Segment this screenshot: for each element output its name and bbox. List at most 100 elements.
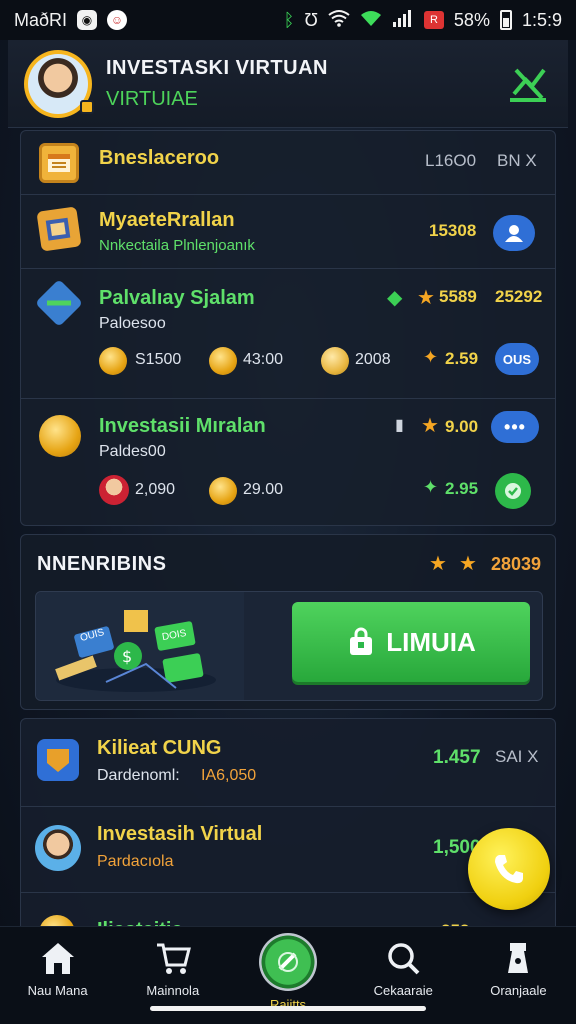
row-value: 15308 xyxy=(429,221,477,240)
nav-profile[interactable]: Oranjaale xyxy=(461,927,576,1024)
coin-amount: S1500 xyxy=(135,351,182,368)
page-subtitle: VIRTUIAE xyxy=(106,87,198,110)
star-icon: ★ xyxy=(417,287,435,309)
row-title: Investasih Virtual xyxy=(97,823,263,845)
gem-icon: ◆ xyxy=(387,287,403,309)
more-icon: ••• xyxy=(504,416,526,437)
user-icon xyxy=(505,225,523,242)
phone-icon xyxy=(495,855,523,884)
trash-icon[interactable]: ▮ xyxy=(395,415,404,435)
row-value: 1.457 xyxy=(433,747,481,768)
calendar-icon xyxy=(39,143,79,183)
list-item[interactable]: MyaeteRrallan Nnkectaila Plnlenjoanık 15… xyxy=(21,195,555,269)
investor-avatar xyxy=(35,825,81,871)
shield-icon xyxy=(505,483,521,499)
shopping-bag-icon xyxy=(350,627,373,655)
promo-section: NNENRIBINS ★ ★ 28039 $ OUIS DOIS LIMUIA xyxy=(20,534,556,710)
star-icon: ★ xyxy=(429,553,447,575)
star-icon: ★ xyxy=(421,415,439,437)
app-screen: MaðRI ◉ ☺ ᛒ Ʊ R 58% 1:5:9 INVESTASKI VIR… xyxy=(0,0,576,1024)
list-item[interactable]: Kilieat CUNG Dardenoml: IA6,050 1.457 SA… xyxy=(21,719,555,807)
nav-label: Oranjaale xyxy=(490,983,547,998)
ous-button[interactable]: OUS xyxy=(495,343,539,375)
plus-icon: ✦ xyxy=(423,477,439,497)
coin-amount: 2008 xyxy=(355,351,391,368)
svg-text:$: $ xyxy=(122,647,132,666)
user-avatar-icon xyxy=(99,475,129,505)
row-subtitle: Paldes00 xyxy=(99,443,166,460)
coin-icon xyxy=(99,347,127,375)
bluetooth-icon: ᛒ xyxy=(283,9,295,30)
more-options-button[interactable]: ••• xyxy=(491,411,539,443)
status-bar: MaðRI ◉ ☺ ᛒ Ʊ R 58% 1:5:9 xyxy=(0,0,576,40)
list-item[interactable]: Investasii Mıralan Paldes00 ▮ ★ 9.00 •••… xyxy=(21,399,555,527)
star-icon: ★ xyxy=(459,553,477,575)
coin-icon xyxy=(39,415,81,457)
item-amount: 29.00 xyxy=(243,481,284,498)
trend-chart-button[interactable] xyxy=(504,60,552,108)
coin-icon xyxy=(209,477,237,505)
star-value: 2.95 xyxy=(445,479,479,498)
buy-button[interactable]: LIMUIA xyxy=(292,602,530,682)
results-icon xyxy=(259,933,317,991)
confirm-button[interactable] xyxy=(495,473,531,509)
money-illustration: $ OUIS DOIS xyxy=(36,592,244,700)
row-value: 5589 xyxy=(439,287,477,306)
coin-icon xyxy=(209,347,237,375)
profile-avatar[interactable] xyxy=(24,49,94,118)
avatar-image xyxy=(28,53,88,114)
holdings-list: Kilieat CUNG Dardenoml: IA6,050 1.457 SA… xyxy=(20,718,556,938)
promo-score: 28039 xyxy=(491,554,542,574)
row-subtitle: Paloesoo xyxy=(99,315,166,332)
cell-signal-icon xyxy=(392,9,414,32)
call-button[interactable] xyxy=(468,828,550,910)
row-value: L16O0 xyxy=(425,151,477,170)
star-icon: ✦ xyxy=(423,347,439,367)
app-header: INVESTASKI VIRTUAN VIRTUIAE xyxy=(8,40,568,128)
cube-icon xyxy=(34,278,84,328)
row-subtitle: Pardacıola xyxy=(97,853,174,870)
item-amount: 2,090 xyxy=(135,481,176,498)
alert-notification-icon: R xyxy=(423,11,444,29)
home-indicator[interactable] xyxy=(150,1006,426,1011)
carrier-label: MaðRI xyxy=(14,9,68,30)
page-title: INVESTASKI VIRTUAN xyxy=(106,56,328,79)
investment-card: Bneslaceroo L16O0 BN X MyaeteRrallan Nnk… xyxy=(20,130,556,526)
trend-icon xyxy=(510,68,546,102)
user-button[interactable] xyxy=(493,215,535,251)
row-value-secondary: 25292 xyxy=(495,287,543,306)
data-signal-icon xyxy=(360,9,382,32)
promo-title: NNENRIBINS xyxy=(37,553,167,575)
clock-coin-icon xyxy=(321,347,349,375)
row-subtitle-label: Dardenoml: xyxy=(97,767,180,784)
nav-label: Nau Mana xyxy=(27,983,88,998)
nav-label: Mainnola xyxy=(146,983,200,998)
app-notification-icon: ☺ xyxy=(107,10,128,30)
row-title: MyaeteRrallan xyxy=(99,209,235,231)
list-item[interactable]: Palvalıay Sjalam Paloesoo ◆ ★ 5589 25292… xyxy=(21,269,555,399)
buy-button-label: LIMUIA xyxy=(386,626,476,657)
cart-icon xyxy=(156,943,191,974)
badge-icon xyxy=(37,739,79,781)
row-tag: BN X xyxy=(497,151,537,170)
camera-notification-icon: ◉ xyxy=(77,10,98,30)
battery-icon xyxy=(499,10,512,30)
row-value: 9.00 xyxy=(445,417,479,436)
row-tag: SAI X xyxy=(495,747,539,766)
avatar-badge-icon xyxy=(80,99,94,114)
headphone-icon: Ʊ xyxy=(304,9,318,30)
row-title: Kilieat CUNG xyxy=(97,737,222,759)
nav-home[interactable]: Nau Mana xyxy=(0,927,115,1024)
row-subtitle-value: IA6,050 xyxy=(201,767,257,784)
wifi-icon xyxy=(328,9,350,32)
row-title: Palvalıay Sjalam xyxy=(99,287,255,309)
row-title: Investasii Mıralan xyxy=(99,415,266,437)
star-value: 2.59 xyxy=(445,349,479,368)
battery-percent: 58% xyxy=(453,9,490,30)
list-item[interactable]: Bneslaceroo L16O0 BN X xyxy=(21,131,555,195)
folder-icon xyxy=(36,206,82,252)
home-icon xyxy=(41,943,74,974)
coin-amount: 43:00 xyxy=(243,351,284,368)
tower-icon xyxy=(508,943,529,973)
promo-banner: $ OUIS DOIS LIMUIA xyxy=(35,591,543,701)
